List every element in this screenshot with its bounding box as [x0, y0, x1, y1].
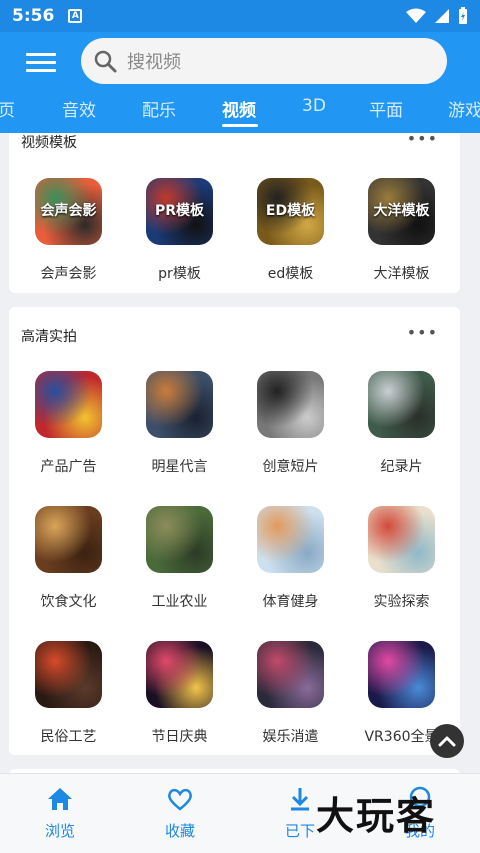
thumbnail [368, 371, 435, 438]
download-icon [291, 788, 309, 811]
nav-browse[interactable]: 浏览 [30, 786, 90, 841]
thumbnail: 大洋模板 [368, 178, 435, 245]
grid-item[interactable]: 实验探索 [346, 506, 457, 611]
section-title: 视频模板 [21, 135, 77, 151]
grid-item-label: 民俗工艺 [40, 729, 97, 745]
nav-label: 浏览 [44, 822, 75, 840]
menu-icon[interactable] [26, 48, 56, 76]
grid-item-label: 节日庆典 [151, 729, 208, 745]
grid-item[interactable]: PR模板 pr模板 [124, 178, 235, 283]
thumbnail [368, 641, 435, 708]
grid-item-label: 体育健身 [262, 594, 319, 610]
content-scroll[interactable]: 视频模板 ••• 会声会影 会声会影 PR模板 pr模板 ED模板 ed模板 大… [0, 133, 480, 773]
search-input[interactable]: 搜视频 [81, 38, 447, 84]
nav-favorites[interactable]: 收藏 [150, 786, 210, 841]
home-icon [48, 788, 72, 810]
thumbnail [257, 371, 324, 438]
thumbnail [35, 506, 102, 573]
grid-item[interactable]: 娱乐消遣 [235, 641, 346, 746]
grid-item[interactable]: 产品广告 [13, 371, 124, 476]
tab-home[interactable]: 页 [0, 96, 15, 121]
tab-music[interactable]: 配乐 [142, 96, 176, 121]
tab-3d[interactable]: 3D [302, 96, 326, 116]
battery-icon [459, 7, 467, 24]
thumbnail [146, 641, 213, 708]
thumbnail: ED模板 [257, 178, 324, 245]
grid-item-label: 创意短片 [262, 459, 319, 475]
heart-icon [168, 788, 192, 811]
video-templates-card: 视频模板 ••• 会声会影 会声会影 PR模板 pr模板 ED模板 ed模板 大… [9, 133, 460, 293]
grid-item[interactable]: ED模板 ed模板 [235, 178, 346, 283]
app-bar: 搜视频 页 音效 配乐 视频 3D 平面 游戏 [0, 32, 480, 133]
more-icon[interactable]: ••• [407, 133, 438, 148]
tab-video[interactable]: 视频 [222, 96, 256, 121]
status-bar: 5:56 A [0, 0, 480, 32]
search-icon [94, 50, 117, 73]
grid-item-label: ed模板 [267, 266, 314, 282]
thumbnail: 会声会影 [35, 178, 102, 245]
status-time: 5:56 [12, 6, 55, 26]
grid-item-label: 大洋模板 [373, 266, 430, 282]
thumbnail: PR模板 [146, 178, 213, 245]
more-icon[interactable]: ••• [407, 323, 438, 342]
search-placeholder: 搜视频 [127, 52, 181, 73]
grid-item-label: 会声会影 [40, 266, 97, 282]
hd-shoot-card: 高清实拍 ••• 产品广告 明星代言 创意短片 纪录片 饮食文化 工业农业 体育… [9, 307, 460, 755]
thumbnail [368, 506, 435, 573]
thumbnail [257, 641, 324, 708]
nav-label: 收藏 [164, 822, 195, 840]
wifi-icon [406, 8, 426, 23]
thumbnail [257, 506, 324, 573]
grid-item-label: 娱乐消遣 [262, 729, 319, 745]
grid-item-label: 纪录片 [380, 459, 423, 475]
grid-item-label: pr模板 [158, 266, 201, 282]
grid-item-label: 工业农业 [151, 594, 208, 610]
tab-graphic[interactable]: 平面 [369, 96, 403, 121]
grid-item[interactable]: 体育健身 [235, 506, 346, 611]
category-tabs: 页 音效 配乐 视频 3D 平面 游戏 [0, 94, 480, 130]
grid-item[interactable]: 节日庆典 [124, 641, 235, 746]
active-tab-indicator [222, 124, 258, 127]
signal-icon [435, 9, 449, 23]
grid-item-label: 实验探索 [373, 594, 430, 610]
thumbnail [146, 371, 213, 438]
grid-item-label: 明星代言 [151, 459, 208, 475]
grid-item[interactable]: 明星代言 [124, 371, 235, 476]
thumbnail [146, 506, 213, 573]
watermark-logo: 大玩客 [316, 793, 437, 838]
chevron-up-icon [438, 736, 456, 747]
grid-item[interactable]: 会声会影 会声会影 [13, 178, 124, 283]
grid-item[interactable]: 民俗工艺 [13, 641, 124, 746]
grid-item[interactable]: 大洋模板 大洋模板 [346, 178, 457, 283]
notification-icon: A [68, 9, 83, 23]
thumbnail [35, 641, 102, 708]
section-title: 高清实拍 [21, 329, 77, 345]
grid-item[interactable]: 工业农业 [124, 506, 235, 611]
grid-item-label: 饮食文化 [40, 594, 97, 610]
grid-item-label: 产品广告 [40, 459, 97, 475]
tab-game[interactable]: 游戏 [448, 96, 480, 121]
grid-item[interactable]: 纪录片 [346, 371, 457, 476]
grid-item[interactable]: 创意短片 [235, 371, 346, 476]
tab-sound-effects[interactable]: 音效 [62, 96, 96, 121]
grid-item[interactable]: 饮食文化 [13, 506, 124, 611]
thumbnail [35, 371, 102, 438]
scroll-to-top-button[interactable] [430, 724, 464, 758]
